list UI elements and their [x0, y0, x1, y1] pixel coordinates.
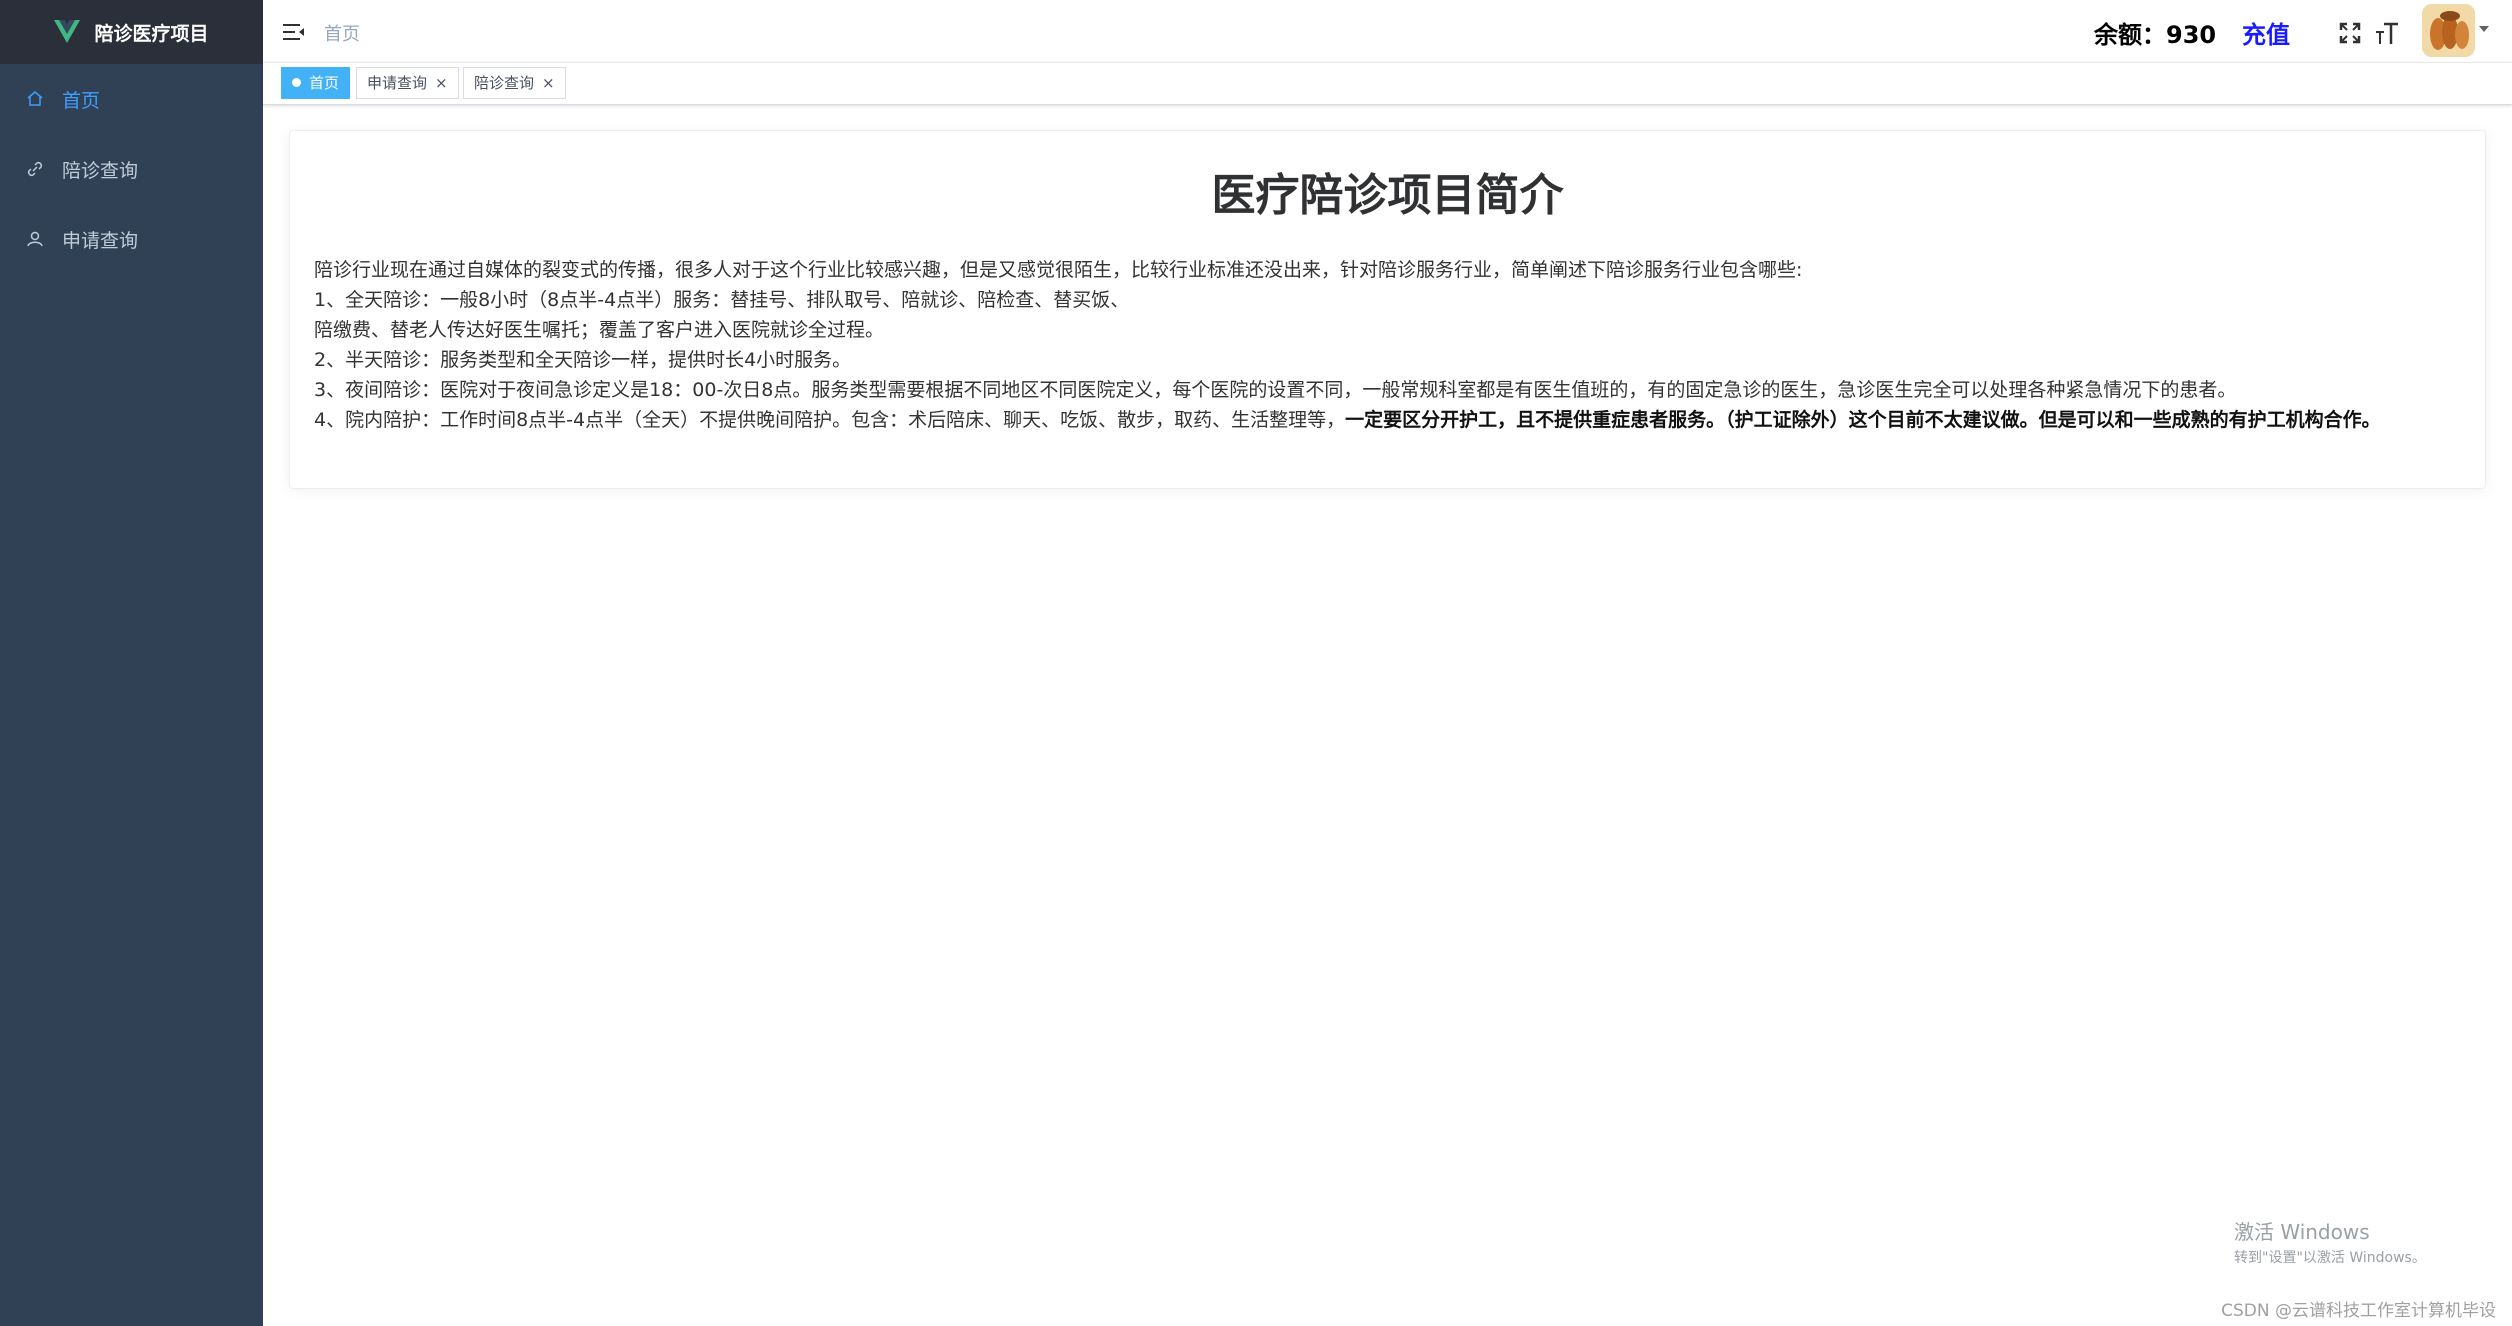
- intro-paragraph: 1、全天陪诊：一般8小时（8点半-4点半）服务：替挂号、排队取号、陪就诊、陪检查…: [314, 289, 1130, 311]
- sidebar: 陪诊医疗项目 首页 陪诊查询 申请查询: [0, 0, 263, 1326]
- sidebar-item-application-query[interactable]: 申请查询: [0, 204, 263, 274]
- intro-paragraph: 4、院内陪护：工作时间8点半-4点半（全天）不提供晚间陪护。包含：术后陪床、聊天…: [314, 405, 2464, 435]
- breadcrumb: 首页: [324, 24, 360, 45]
- fullscreen-icon[interactable]: [2339, 22, 2361, 44]
- tag-label: 首页: [309, 74, 340, 92]
- intro-paragraph: 2、半天陪诊：服务类型和全天陪诊一样，提供时长4小时服务。: [314, 349, 852, 371]
- top-navbar: 首页 余额：930 充值: [263, 0, 2512, 63]
- active-dot-icon: [292, 78, 301, 87]
- caret-down-icon[interactable]: [2479, 26, 2489, 34]
- app-title: 陪诊医疗项目: [94, 22, 209, 45]
- balance-display: 余额：930: [2094, 15, 2216, 50]
- activation-hint: 转到"设置"以激活 Windows。: [2234, 1250, 2426, 1266]
- hamburger-icon[interactable]: [283, 22, 305, 42]
- tags-view: 首页 申请查询 × 陪诊查询 ×: [263, 63, 2512, 105]
- link-icon: [27, 161, 43, 177]
- text-size-icon[interactable]: [2374, 20, 2400, 46]
- sidebar-item-label: 陪诊查询: [62, 159, 139, 182]
- balance-label: 余额：: [2094, 21, 2166, 49]
- tag-application-query[interactable]: 申请查询 ×: [356, 67, 459, 99]
- close-icon[interactable]: ×: [542, 68, 555, 98]
- tag-escort-query[interactable]: 陪诊查询 ×: [463, 67, 566, 99]
- intro-paragraph: 陪诊行业现在通过自媒体的裂变式的传播，很多人对于这个行业比较感兴趣，但是又感觉很…: [314, 259, 1803, 281]
- activation-title: 激活 Windows: [2234, 1220, 2370, 1244]
- sidebar-item-label: 首页: [62, 89, 101, 112]
- tag-label: 申请查询: [367, 74, 428, 92]
- tag-label: 陪诊查询: [474, 74, 535, 92]
- intro-paragraph: 3、夜间陪诊：医院对于夜间急诊定义是18：00-次日8点。服务类型需要根据不同地…: [314, 379, 2237, 401]
- sidebar-item-home[interactable]: 首页: [0, 64, 263, 134]
- intro-paragraph: 陪缴费、替老人传达好医生嘱托；覆盖了客户进入医院就诊全过程。: [314, 319, 885, 341]
- balance-value: 930: [2166, 21, 2217, 49]
- intro-text-bold: 一定要区分开护工，且不提供重症患者服务。（护工证除外）这个目前不太建议做。但是可…: [1345, 409, 2381, 431]
- intro-text-normal: 4、院内陪护：工作时间8点半-4点半（全天）不提供晚间陪护。包含：术后陪床、聊天…: [314, 409, 1346, 431]
- windows-activation-watermark: 激活 Windows 转到"设置"以激活 Windows。: [2234, 1216, 2426, 1267]
- home-icon: [27, 91, 43, 106]
- recharge-button[interactable]: 充值: [2242, 15, 2290, 50]
- csdn-watermark: CSDN @云谱科技工作室计算机毕设: [2221, 1301, 2496, 1321]
- avatar-image-icon: [2422, 4, 2475, 57]
- close-icon[interactable]: ×: [435, 68, 448, 98]
- intro-text: 陪诊行业现在通过自媒体的裂变式的传播，很多人对于这个行业比较感兴趣，但是又感觉很…: [314, 255, 2464, 435]
- vue-logo-icon: [54, 20, 81, 43]
- intro-card: 医疗陪诊项目简介 陪诊行业现在通过自媒体的裂变式的传播，很多人对于这个行业比较感…: [289, 130, 2486, 489]
- sidebar-logo[interactable]: 陪诊医疗项目: [0, 0, 263, 64]
- sidebar-item-escort-query[interactable]: 陪诊查询: [0, 134, 263, 204]
- sidebar-menu: 首页 陪诊查询 申请查询: [0, 64, 263, 274]
- page-title: 医疗陪诊项目简介: [1211, 170, 1564, 221]
- tag-home[interactable]: 首页: [281, 67, 351, 99]
- avatar[interactable]: [2422, 4, 2475, 57]
- sidebar-item-label: 申请查询: [62, 229, 139, 252]
- user-icon: [27, 231, 43, 247]
